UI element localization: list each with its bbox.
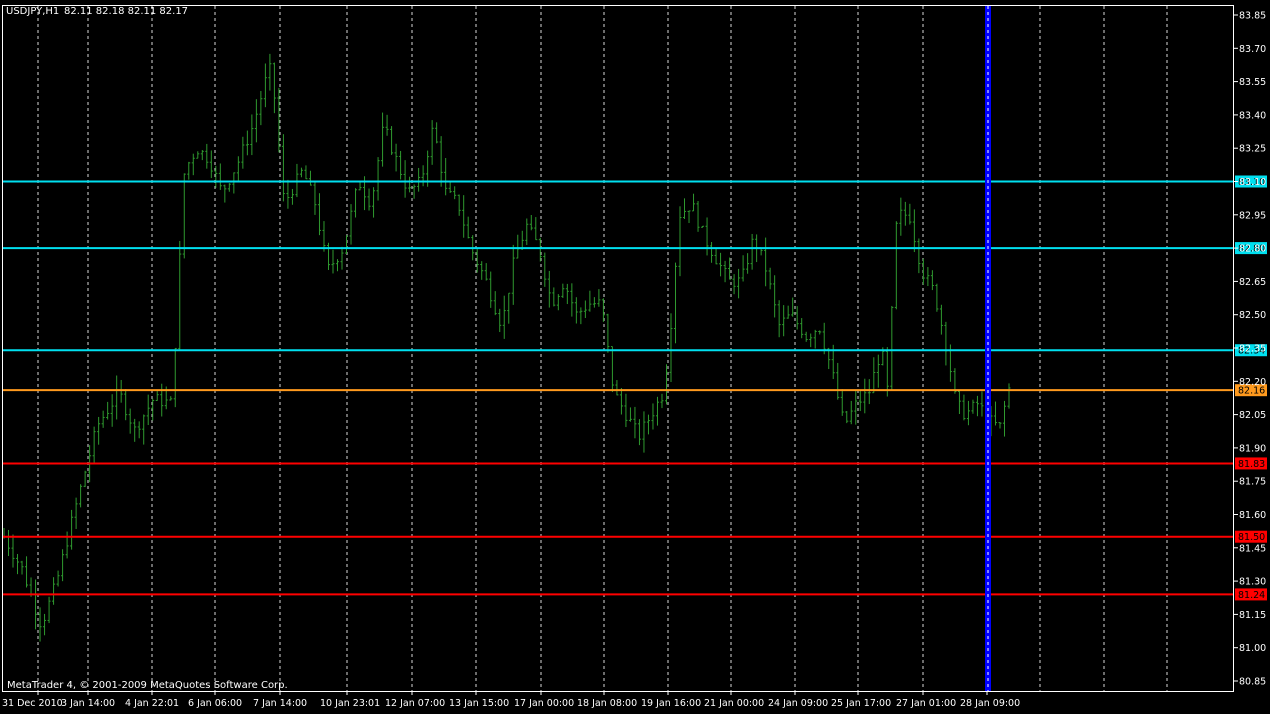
chart-window[interactable]: 83.10 82.80 82.34 82.16 81.83 81.50 81.24 83.8… <box>0 0 1270 710</box>
y-tick-label: 82.65 <box>1239 277 1266 288</box>
y-tick-label: 82.20 <box>1239 377 1266 388</box>
x-tick-label: 25 Jan 17:00 <box>831 698 891 709</box>
level-price-label: 81.83 <box>1238 459 1265 470</box>
x-tick-label: 27 Jan 01:00 <box>896 698 956 709</box>
y-tick-label: 81.75 <box>1239 477 1266 488</box>
y-tick-label: 81.60 <box>1239 510 1266 521</box>
y-tick-label: 82.80 <box>1239 244 1266 255</box>
y-tick-label: 81.15 <box>1239 610 1266 621</box>
x-tick-label: 6 Jan 06:00 <box>188 698 242 709</box>
y-tick-label: 82.35 <box>1239 344 1266 355</box>
chart-background <box>0 0 1270 710</box>
y-tick-label: 83.10 <box>1239 177 1266 188</box>
y-tick-label: 81.00 <box>1239 643 1266 654</box>
level-price-label: 81.24 <box>1238 590 1265 601</box>
x-tick-label: 4 Jan 22:01 <box>125 698 179 709</box>
y-tick-label: 81.90 <box>1239 443 1266 454</box>
price-axis: 83.85 83.70 83.55 83.40 83.25 83.10 82.95 82.80… <box>1234 11 1266 688</box>
x-tick-label: 17 Jan 00:00 <box>514 698 574 709</box>
y-tick-label: 82.95 <box>1239 210 1266 221</box>
x-tick-label: 21 Jan 00:00 <box>704 698 764 709</box>
x-tick-label: 7 Jan 14:00 <box>253 698 307 709</box>
y-tick-label: 83.70 <box>1239 44 1266 55</box>
x-tick-label: 28 Jan 09:00 <box>960 698 1020 709</box>
x-tick-label: 10 Jan 23:01 <box>320 698 380 709</box>
ohlc-readout: 82.11 82.18 82.11 82.17 <box>64 6 188 17</box>
y-tick-label: 82.50 <box>1239 310 1266 321</box>
x-tick-label: 24 Jan 09:00 <box>768 698 828 709</box>
y-tick-label: 82.05 <box>1239 410 1266 421</box>
y-tick-label: 83.55 <box>1239 77 1266 88</box>
y-tick-label: 83.25 <box>1239 144 1266 155</box>
x-tick-label: 19 Jan 16:00 <box>641 698 701 709</box>
y-tick-label: 83.40 <box>1239 110 1266 121</box>
y-tick-label: 83.85 <box>1239 11 1266 22</box>
x-tick-label: 3 Jan 14:00 <box>61 698 115 709</box>
x-tick-label: 31 Dec 2010 <box>2 698 63 709</box>
y-tick-label: 81.45 <box>1239 543 1266 554</box>
y-tick-label: 81.30 <box>1239 577 1266 588</box>
x-tick-label: 18 Jan 08:00 <box>577 698 637 709</box>
x-tick-label: 13 Jan 15:00 <box>449 698 509 709</box>
x-tick-label: 12 Jan 07:00 <box>385 698 445 709</box>
price-chart[interactable]: 83.1082.8082.3482.1681.8381.5081.24 83.8… <box>0 0 1270 710</box>
symbol-label: USDJPY,H1 <box>6 6 59 17</box>
copyright-text: MetaTrader 4, © 2001-2009 MetaQuotes Sof… <box>7 680 288 691</box>
level-price-label: 81.50 <box>1238 532 1265 543</box>
y-tick-label: 80.85 <box>1239 677 1266 688</box>
